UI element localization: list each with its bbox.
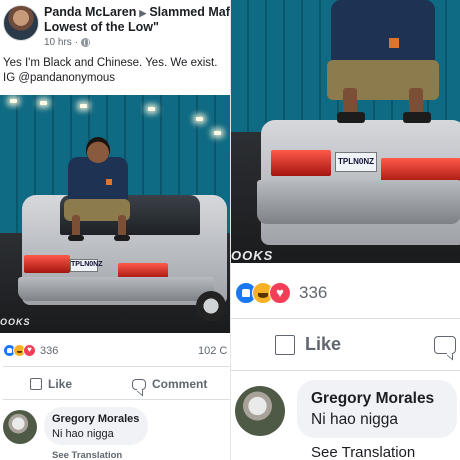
- post-photo-zoomed[interactable]: TPLN0NZ OOKS: [231, 0, 460, 263]
- like-button[interactable]: Like: [30, 377, 72, 391]
- person-leg: [343, 88, 357, 114]
- like-icon: [275, 334, 295, 355]
- post-panel-left: Panda McLaren ▶ Slammed Maf Lowest of the …: [0, 0, 230, 460]
- ceiling-light: [40, 101, 47, 105]
- group-name[interactable]: Slammed Maf: [149, 5, 230, 19]
- person-shoe: [114, 235, 130, 241]
- post-time[interactable]: 10 hrs: [44, 37, 72, 48]
- license-plate: TPLN0NZ: [70, 259, 103, 272]
- reaction-count: 336: [299, 283, 328, 302]
- comment-icon: [434, 336, 456, 354]
- divider: [3, 366, 230, 367]
- shirt-logo: [106, 179, 112, 185]
- arrow-right-icon: ▶: [139, 8, 147, 18]
- post-meta: 10 hrs ·: [44, 37, 91, 48]
- ceiling-light: [214, 131, 221, 135]
- post-text-line2: IG @pandanonymous: [3, 72, 116, 84]
- poster-avatar[interactable]: [3, 5, 39, 41]
- person-leg: [118, 215, 126, 237]
- poster-name[interactable]: Panda McLaren: [44, 5, 136, 19]
- divider: [231, 370, 460, 371]
- commenter-avatar[interactable]: [3, 410, 37, 444]
- love-reaction-icon: [23, 344, 36, 357]
- like-label: Like: [48, 377, 73, 391]
- person-shoe: [403, 112, 431, 123]
- reaction-summary[interactable]: 336: [3, 344, 58, 357]
- love-reaction-icon: [269, 282, 291, 304]
- taillight-left: [271, 150, 331, 176]
- reaction-summary[interactable]: 336: [235, 282, 327, 304]
- post-panel-zoomed: TPLN0NZ OOKS 336 Like Gregory Morales Ni…: [230, 0, 460, 460]
- post-text-line1: Yes I'm Black and Chinese. Yes. We exist…: [3, 57, 218, 69]
- comment-bubble: Gregory Morales Ni hao nigga: [44, 407, 148, 445]
- person-head: [86, 137, 110, 163]
- person-leg: [409, 88, 423, 114]
- car-bumper: [18, 277, 214, 301]
- photo-watermark: OOKS: [0, 317, 31, 327]
- ceiling-light: [196, 117, 203, 121]
- ceiling-light: [80, 104, 87, 108]
- comment-text: Ni hao nigga: [311, 411, 399, 428]
- like-button[interactable]: Like: [275, 334, 341, 355]
- person-shoe: [68, 235, 84, 241]
- globe-icon: [81, 38, 91, 47]
- taillight-left: [24, 255, 70, 273]
- car-bumper: [257, 180, 460, 224]
- comment-author[interactable]: Gregory Morales: [52, 413, 139, 425]
- post-header: Panda McLaren ▶ Slammed Maf Lowest of the …: [0, 0, 230, 52]
- meta-separator: ·: [74, 37, 79, 48]
- group-name-line2[interactable]: Lowest of the Low": [44, 20, 159, 34]
- see-translation-link[interactable]: See Translation: [52, 450, 122, 460]
- poster-line: Panda McLaren ▶ Slammed Maf: [44, 5, 230, 19]
- like-label: Like: [305, 334, 342, 354]
- ceiling-light: [10, 99, 17, 103]
- divider: [3, 399, 230, 400]
- comment-label: Comment: [152, 377, 208, 391]
- license-plate: TPLN0NZ: [335, 152, 377, 172]
- like-icon: [30, 378, 42, 390]
- person-shoe: [337, 112, 365, 123]
- ceiling-light: [148, 107, 155, 111]
- person-leg: [72, 215, 80, 237]
- comment-button[interactable]: Comment: [132, 377, 207, 391]
- post-photo[interactable]: TPLN0NZ OOKS: [0, 95, 230, 333]
- comment-button[interactable]: [434, 336, 456, 354]
- comment-icon: [132, 378, 146, 390]
- commenter-avatar[interactable]: [235, 386, 285, 436]
- see-translation-link[interactable]: See Translation: [311, 444, 415, 460]
- reaction-count: 336: [40, 344, 59, 357]
- post-text: Yes I'm Black and Chinese. Yes. We exist…: [3, 56, 230, 86]
- comment-bubble: Gregory Morales Ni hao nigga: [297, 380, 457, 438]
- car-wheel: [196, 291, 226, 321]
- shirt-logo: [389, 38, 399, 48]
- comment-author[interactable]: Gregory Morales: [311, 390, 434, 408]
- divider: [231, 318, 460, 319]
- photo-watermark: OOKS: [231, 248, 274, 263]
- comments-count[interactable]: 102 C: [198, 345, 227, 357]
- comment-text: Ni hao nigga: [52, 428, 114, 440]
